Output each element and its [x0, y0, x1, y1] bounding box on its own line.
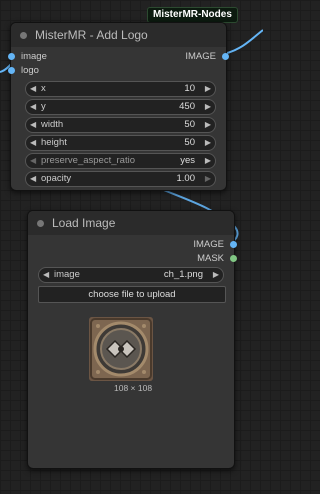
node-pack-badge: MisterMR-Nodes	[147, 7, 238, 23]
opacity-widget-value: 1.00	[176, 173, 196, 184]
image-output-slot-dot-icon[interactable]	[230, 241, 237, 248]
logo-input-slot-dot-icon[interactable]	[8, 67, 15, 74]
preserve-aspect-ratio-value: yes	[180, 155, 195, 166]
mask-output-slot-dot-icon[interactable]	[230, 255, 237, 262]
left-arrow-icon[interactable]: ◀	[30, 82, 36, 96]
logo-input-row: logo	[8, 64, 226, 78]
add-logo-node-title: MisterMR - Add Logo	[35, 28, 148, 42]
x-widget-value: 10	[184, 83, 195, 94]
right-arrow-icon[interactable]: ▶	[205, 100, 211, 114]
choose-file-button[interactable]: choose file to upload	[38, 286, 226, 303]
load-image-node[interactable]: Load Image IMAGE MASK ◀ image ch_1.png ▶…	[27, 210, 237, 469]
image-select-label: image	[54, 269, 80, 280]
logo-preview-image	[89, 317, 153, 381]
height-widget-label: height	[41, 137, 67, 148]
width-widget[interactable]: ◀ width 50 ▶	[25, 117, 216, 133]
preserve-aspect-ratio-label: preserve_aspect_ratio	[41, 155, 135, 166]
preview-size-caption: 108 × 108	[114, 383, 153, 393]
right-arrow-icon[interactable]: ▶	[205, 154, 211, 168]
left-arrow-icon[interactable]: ◀	[30, 136, 36, 150]
image-preview	[89, 317, 153, 381]
left-arrow-icon[interactable]: ◀	[30, 100, 36, 114]
right-arrow-icon[interactable]: ▶	[205, 118, 211, 132]
load-image-node-title: Load Image	[52, 216, 116, 230]
image-output-row: IMAGE	[28, 238, 237, 252]
image-select-value: ch_1.png	[163, 269, 203, 280]
left-arrow-icon[interactable]: ◀	[30, 154, 36, 168]
load-image-node-title-bar[interactable]: Load Image	[28, 211, 234, 235]
left-arrow-icon[interactable]: ◀	[30, 118, 36, 132]
left-arrow-icon[interactable]: ◀	[43, 268, 49, 282]
node-collapse-dot-icon[interactable]	[37, 219, 44, 227]
image-input-row: image IMAGE	[8, 50, 229, 64]
logo-input-label: logo	[21, 65, 39, 76]
image-input-label: image	[21, 51, 47, 62]
image-output-slot-dot-icon[interactable]	[222, 53, 229, 60]
x-widget-label: x	[41, 83, 46, 94]
preserve-aspect-ratio-widget[interactable]: ◀ preserve_aspect_ratio yes ▶	[25, 153, 216, 169]
y-widget[interactable]: ◀ y 450 ▶	[25, 99, 216, 115]
right-arrow-icon[interactable]: ▶	[205, 82, 211, 96]
height-widget[interactable]: ◀ height 50 ▶	[25, 135, 216, 151]
height-widget-value: 50	[184, 137, 195, 148]
image-input-slot-dot-icon[interactable]	[8, 53, 15, 60]
image-output-label: IMAGE	[193, 239, 224, 250]
mask-output-row: MASK	[28, 252, 237, 266]
right-arrow-icon[interactable]: ▶	[205, 136, 211, 150]
width-widget-label: width	[41, 119, 64, 130]
image-select-widget[interactable]: ◀ image ch_1.png ▶	[38, 267, 224, 283]
left-arrow-icon[interactable]: ◀	[30, 172, 36, 186]
mask-output-label: MASK	[197, 253, 224, 264]
add-logo-node[interactable]: MisterMR - Add Logo image IMAGE logo ◀ x…	[8, 22, 229, 191]
right-arrow-icon[interactable]: ▶	[205, 172, 211, 186]
image-output-label: IMAGE	[185, 51, 216, 62]
opacity-widget-label: opacity	[41, 173, 72, 184]
width-widget-value: 50	[184, 119, 195, 130]
add-logo-node-title-bar[interactable]: MisterMR - Add Logo	[11, 23, 226, 47]
node-collapse-dot-icon[interactable]	[20, 31, 27, 39]
opacity-widget[interactable]: ◀ opacity 1.00 ▶	[25, 171, 216, 187]
right-arrow-icon[interactable]: ▶	[213, 268, 219, 282]
y-widget-label: y	[41, 101, 46, 112]
y-widget-value: 450	[179, 101, 195, 112]
x-widget[interactable]: ◀ x 10 ▶	[25, 81, 216, 97]
